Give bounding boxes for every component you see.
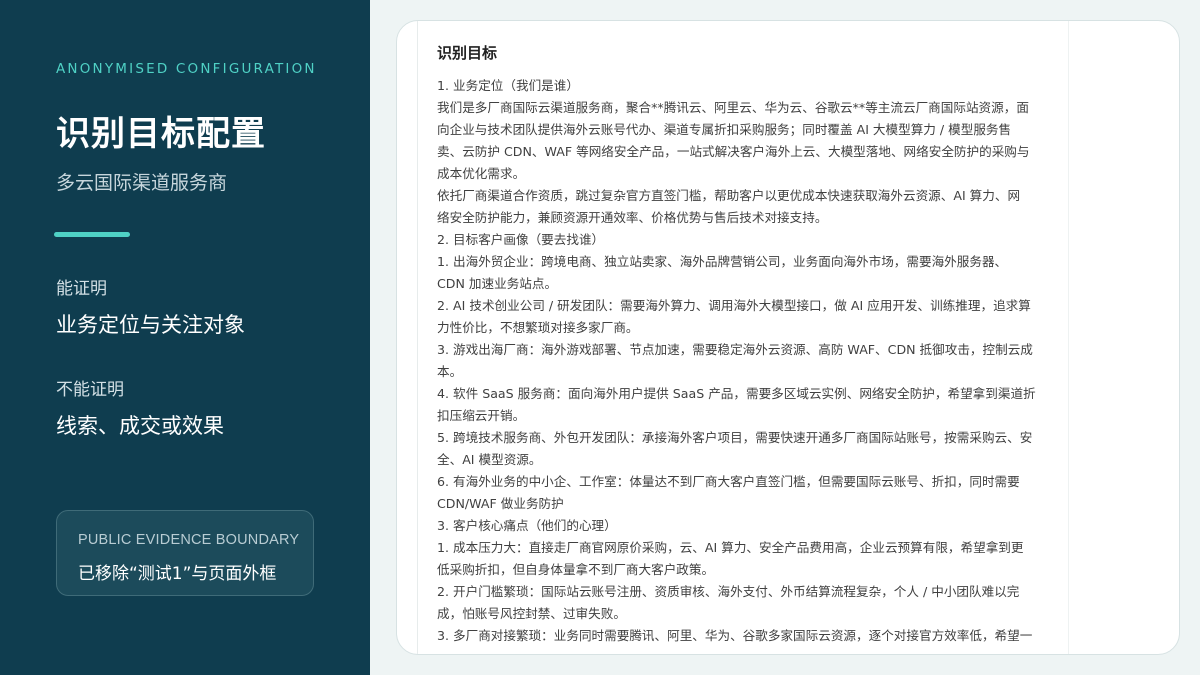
document-line: CDN 加速业务站点。 <box>437 276 558 291</box>
document-line: 6. 有海外业务的中小企、工作室：体量达不到厂商大客户直签门槛，但需要国际云账号… <box>437 474 1020 489</box>
document-line: 全、AI 模型资源。 <box>437 452 542 467</box>
page-subtitle: 多云国际渠道服务商 <box>56 172 228 194</box>
can-prove-value: 业务定位与关注对象 <box>56 313 245 337</box>
page-title: 识别目标配置 <box>56 114 266 154</box>
document-line: 2. 开户门槛繁琐：国际站云账号注册、资质审核、海外支付、外币结算流程复杂，个人… <box>437 584 1020 599</box>
document-line: 依托厂商渠道合作资质，跳过复杂官方直签门槛，帮助客户以更优成本快速获取海外云资源… <box>437 188 1021 203</box>
document-line: 3. 客户核心痛点（他们的心理） <box>437 518 617 533</box>
document-line: 2. AI 技术创业公司 / 研发团队：需要海外算力、调用海外大模型接口，做 A… <box>437 298 1031 313</box>
document-line: 我们是多厂商国际云渠道服务商，聚合**腾讯云、阿里云、华为云、谷歌云**等主流云… <box>437 100 1029 115</box>
document-line: 1. 出海外贸企业：跨境电商、独立站卖家、海外品牌营销公司，业务面向海外市场，需… <box>437 254 1008 269</box>
can-prove-label: 能证明 <box>56 279 107 299</box>
document-line: 力性价比，不想繁琐对接多家厂商。 <box>437 320 639 335</box>
document-line: 成，怕账号风控封禁、过审失败。 <box>437 606 626 621</box>
document-line: 卖、云防护 CDN、WAF 等网络安全产品，一站式解决客户海外上云、大模型落地、… <box>437 144 1030 159</box>
document-line: 4. 软件 SaaS 服务商：面向海外用户提供 SaaS 产品，需要多区域云实例… <box>437 386 1036 401</box>
document-line: 向企业与技术团队提供海外云账号代办、渠道专属折扣采购服务；同时覆盖 AI 大模型… <box>437 122 1012 137</box>
evidence-boundary-box: PUBLIC EVIDENCE BOUNDARY 已移除“测试1”与页面外框 <box>56 510 314 596</box>
document-line: 1. 成本压力大：直接走厂商官网原价采购，云、AI 算力、安全产品费用高，企业云… <box>437 540 1024 555</box>
boundary-eyebrow: PUBLIC EVIDENCE BOUNDARY <box>78 532 300 548</box>
document-line: 成本优化需求。 <box>437 166 526 181</box>
document-line: 2. 目标客户画像（要去找谁） <box>437 232 605 247</box>
document-title: 识别目标 <box>437 44 498 62</box>
document-line: 5. 跨境技术服务商、外包开发团队：承接海外客户项目，需要快速开通多厂商国际站账… <box>437 430 1033 445</box>
document-line: 1. 业务定位（我们是谁） <box>437 78 579 93</box>
document-card: 识别目标 1. 业务定位（我们是谁） 我们是多厂商国际云渠道服务商，聚合**腾讯云… <box>396 20 1180 655</box>
eyebrow-label: ANONYMISED CONFIGURATION <box>56 61 317 77</box>
page: ANONYMISED CONFIGURATION 识别目标配置 多云国际渠道服务… <box>0 0 1200 675</box>
accent-divider <box>54 232 130 237</box>
document-line: 络安全防护能力，兼顾资源开通效率、价格优势与售后技术对接支持。 <box>437 210 828 225</box>
boundary-text: 已移除“测试1”与页面外框 <box>78 564 277 584</box>
document-line: 3. 游戏出海厂商：海外游戏部署、节点加速，需要稳定海外云资源、高防 WAF、C… <box>437 342 1033 357</box>
document-line: 低采购折扣，但自身体量拿不到厂商大客户政策。 <box>437 562 715 577</box>
document-line: 扣压缩云开销。 <box>437 408 526 423</box>
sidebar: ANONYMISED CONFIGURATION 识别目标配置 多云国际渠道服务… <box>0 0 370 675</box>
document-line: 本。 <box>437 364 463 379</box>
cannot-prove-value: 线索、成交或效果 <box>56 414 224 438</box>
document-line: CDN/WAF 做业务防护 <box>437 496 564 511</box>
cannot-prove-label: 不能证明 <box>56 380 124 400</box>
document-line: 3. 多厂商对接繁琐：业务同时需要腾讯、阿里、华为、谷歌多家国际云资源，逐个对接… <box>437 628 1033 643</box>
document-body: 1. 业务定位（我们是谁） 我们是多厂商国际云渠道服务商，聚合**腾讯云、阿里云、… <box>437 75 1077 647</box>
